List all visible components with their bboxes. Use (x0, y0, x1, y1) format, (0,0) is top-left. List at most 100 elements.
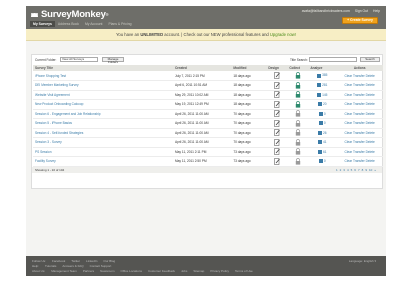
transfer-action[interactable]: Transfer (353, 112, 365, 116)
footer-link[interactable]: Our Blog (103, 259, 115, 263)
analyze-icon[interactable] (318, 121, 323, 126)
analyze-icon[interactable] (317, 83, 322, 88)
page-link[interactable]: 2 (340, 168, 342, 172)
unlock-icon[interactable] (295, 91, 301, 98)
edit-icon[interactable] (274, 157, 280, 165)
edit-icon[interactable] (274, 148, 280, 156)
upgrade-link[interactable]: Upgrade now! (270, 32, 296, 37)
folder-select[interactable]: View All Surveys (60, 57, 98, 62)
responses-count[interactable]: 0 (324, 121, 326, 125)
footer-link[interactable]: Jobs (181, 269, 187, 273)
edit-icon[interactable] (274, 81, 280, 89)
unlock-icon[interactable] (295, 81, 301, 89)
language-selector[interactable]: Language: English ▾ (349, 259, 376, 263)
sign-out-link[interactable]: Sign Out (355, 9, 368, 13)
responses-count[interactable]: 281 (322, 83, 327, 87)
edit-icon[interactable] (274, 110, 280, 118)
page-link[interactable]: 9 (365, 168, 367, 172)
transfer-action[interactable]: Transfer (353, 121, 365, 125)
transfer-action[interactable]: Transfer (353, 159, 365, 163)
delete-action[interactable]: Delete (366, 131, 375, 135)
edit-icon[interactable] (274, 129, 280, 137)
title-search-input[interactable] (309, 57, 357, 62)
edit-icon[interactable] (274, 72, 280, 79)
footer-link[interactable]: Terms of Use (235, 269, 253, 273)
survey-title-link[interactable]: DEI Member Marketing Survey (35, 83, 79, 87)
clear-action[interactable]: Clear (345, 140, 353, 144)
responses-count[interactable]: 0 (324, 112, 326, 116)
logo[interactable]: SurveyMonkey ® (30, 9, 109, 20)
edit-icon[interactable] (274, 119, 280, 127)
page-link[interactable]: 8 (362, 168, 364, 172)
tab-my-surveys[interactable]: My Surveys (30, 21, 55, 27)
clear-action[interactable]: Clear (345, 83, 353, 87)
page-link[interactable]: 10 (369, 168, 372, 172)
delete-action[interactable]: Delete (366, 102, 375, 106)
responses-count[interactable]: 0 (324, 159, 326, 163)
lock-icon[interactable] (295, 157, 301, 165)
unlock-icon[interactable] (295, 100, 301, 108)
responses-count[interactable]: 41 (323, 140, 327, 144)
unlock-icon[interactable] (295, 72, 301, 79)
footer-link[interactable]: Management Team (51, 269, 77, 273)
analyze-icon[interactable] (318, 130, 323, 135)
edit-icon[interactable] (274, 91, 280, 99)
footer-link[interactable]: Partners (83, 269, 94, 273)
transfer-action[interactable]: Transfer (353, 140, 365, 144)
edit-icon[interactable] (274, 100, 280, 108)
clear-action[interactable]: Clear (345, 93, 353, 97)
survey-title-link[interactable]: PS Session (35, 150, 51, 154)
analyze-icon[interactable] (317, 73, 322, 78)
survey-title-link[interactable]: New Product Onboarding Calcoop (35, 102, 83, 106)
analyze-icon[interactable] (318, 149, 323, 154)
survey-title-link[interactable]: Facility Survey (35, 159, 56, 163)
footer-link[interactable]: Facebook (52, 259, 65, 263)
delete-action[interactable]: Delete (366, 140, 375, 144)
survey-title-link[interactable]: Session 4 - Self-funded Strategies (35, 131, 83, 135)
footer-link[interactable]: LinkedIn (86, 259, 97, 263)
create-survey-button[interactable]: + Create Survey (342, 17, 378, 24)
clear-action[interactable]: Clear (345, 121, 353, 125)
analyze-icon[interactable] (318, 159, 323, 164)
footer-link[interactable]: Tutorials (45, 264, 56, 268)
clear-action[interactable]: Clear (345, 150, 353, 154)
page-link[interactable]: 7 (358, 168, 360, 172)
analyze-icon[interactable] (318, 111, 323, 116)
footer-link[interactable]: Newsroom (100, 269, 114, 273)
footer-link[interactable]: Privacy Policy (210, 269, 229, 273)
delete-action[interactable]: Delete (366, 112, 375, 116)
footer-link[interactable]: Twitter (71, 259, 80, 263)
page-link[interactable]: 6 (354, 168, 356, 172)
survey-title-link[interactable]: Session 6 - Engagement and Job Relations… (35, 112, 101, 116)
delete-action[interactable]: Delete (366, 150, 375, 154)
responses-count[interactable]: 61 (323, 150, 327, 154)
transfer-action[interactable]: Transfer (353, 102, 365, 106)
responses-count[interactable]: 20 (323, 102, 327, 106)
page-link[interactable]: 5 (351, 168, 353, 172)
responses-count[interactable]: 26 (323, 131, 327, 135)
delete-action[interactable]: Delete (366, 159, 375, 163)
lock-icon[interactable] (295, 119, 301, 127)
transfer-action[interactable]: Transfer (353, 131, 365, 135)
responses-count[interactable]: 145 (322, 93, 327, 97)
lock-icon[interactable] (295, 129, 301, 136)
footer-link[interactable]: Office Locations (121, 269, 142, 273)
responses-count[interactable]: 385 (322, 73, 327, 77)
manage-folders-button[interactable]: Manage Folders (102, 57, 124, 64)
tab-plans-pricing[interactable]: Plans & Pricing (106, 21, 135, 27)
footer-link[interactable]: Sitemap (193, 269, 204, 273)
footer-link[interactable]: Contact Support (90, 264, 112, 268)
transfer-action[interactable]: Transfer (353, 83, 365, 87)
analyze-icon[interactable] (318, 102, 323, 107)
account-email-link[interactable]: avafa@failbandbrickwaters.com (302, 9, 350, 13)
lock-icon[interactable] (295, 148, 301, 155)
delete-action[interactable]: Delete (366, 83, 375, 87)
tab-my-account[interactable]: My Account (82, 21, 106, 27)
edit-icon[interactable] (274, 138, 280, 146)
survey-title-link[interactable]: Website Visit Agreement (35, 93, 70, 97)
transfer-action[interactable]: Transfer (353, 93, 365, 97)
clear-action[interactable]: Clear (345, 131, 353, 135)
help-link[interactable]: Help (373, 9, 380, 13)
page-link[interactable]: » (374, 168, 376, 172)
survey-title-link[interactable]: iPhone Shopping Test (35, 74, 66, 78)
